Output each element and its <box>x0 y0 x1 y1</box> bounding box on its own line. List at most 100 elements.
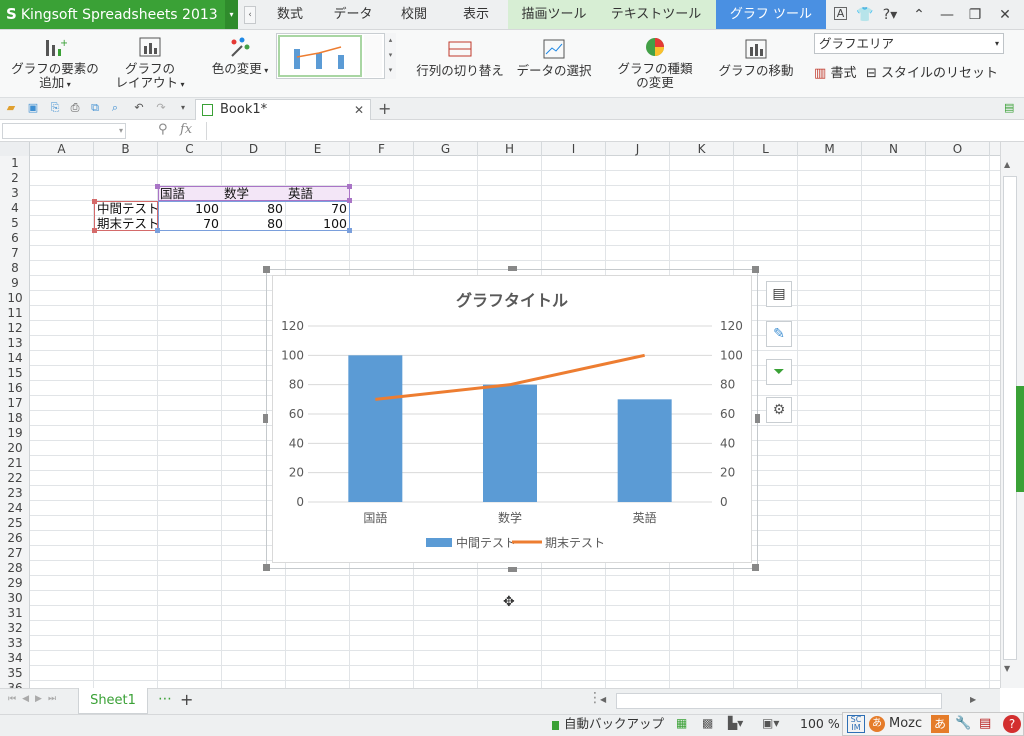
row-header-27[interactable]: 27 <box>0 546 30 561</box>
resize-handle[interactable] <box>752 266 759 273</box>
column-header-H[interactable]: H <box>478 142 542 156</box>
row-header-23[interactable]: 23 <box>0 486 30 501</box>
chart-title[interactable]: グラフタイトル <box>272 287 752 311</box>
minimize-icon[interactable]: — <box>938 6 956 24</box>
collapse-ribbon-icon[interactable]: ⌃ <box>910 6 928 24</box>
row-header-32[interactable]: 32 <box>0 621 30 636</box>
ime-mode[interactable]: あ <box>931 715 949 733</box>
resize-handle[interactable] <box>263 266 270 273</box>
sheet-list-icon[interactable]: ⋯ <box>158 691 172 707</box>
tab-scroll-left-icon[interactable]: ‹ <box>244 6 256 24</box>
row-header-17[interactable]: 17 <box>0 396 30 411</box>
zoom-level[interactable]: 100 % <box>800 716 840 731</box>
row-header-13[interactable]: 13 <box>0 336 30 351</box>
resize-handle[interactable] <box>508 266 517 271</box>
column-header-D[interactable]: D <box>222 142 286 156</box>
row-header-24[interactable]: 24 <box>0 501 30 516</box>
row-header-18[interactable]: 18 <box>0 411 30 426</box>
row-header-35[interactable]: 35 <box>0 666 30 681</box>
tab-chart-tools[interactable]: グラフ ツール <box>716 0 826 29</box>
tab-text-tools[interactable]: テキストツール <box>604 0 708 29</box>
column-header-G[interactable]: G <box>414 142 478 156</box>
row-header-3[interactable]: 3 <box>0 186 30 201</box>
cell-D5[interactable]: 80 <box>222 216 286 231</box>
row-header-5[interactable]: 5 <box>0 216 30 231</box>
row-header-9[interactable]: 9 <box>0 276 30 291</box>
row-header-4[interactable]: 4 <box>0 201 30 216</box>
column-header-B[interactable]: B <box>94 142 158 156</box>
row-header-29[interactable]: 29 <box>0 576 30 591</box>
column-header-A[interactable]: A <box>30 142 94 156</box>
row-header-28[interactable]: 28 <box>0 561 30 576</box>
page-break-view-icon[interactable]: ▩ <box>702 716 713 730</box>
fx-icon[interactable]: fx <box>180 122 192 137</box>
add-sheet-icon[interactable]: + <box>180 690 193 709</box>
column-header-C[interactable]: C <box>158 142 222 156</box>
chart-settings-gear-icon[interactable]: ⚙ <box>766 397 792 423</box>
cell-B4[interactable]: 中間テスト <box>97 201 157 216</box>
cell-C5[interactable]: 70 <box>158 216 222 231</box>
restore-icon[interactable]: ❐ <box>966 6 984 24</box>
tab-drawing-tools[interactable]: 描画ツール <box>512 0 596 29</box>
ime-toolbar[interactable]: SC IM あ Mozc あ 🔧 ▤ ? <box>842 712 1024 736</box>
select-data-button[interactable]: データの選択 <box>512 38 596 78</box>
document-tab[interactable]: Book1* ✕ <box>195 99 371 120</box>
switch-row-column-button[interactable]: 行列の切り替え <box>410 38 510 78</box>
name-box[interactable]: ▾ <box>2 123 126 139</box>
row-header-21[interactable]: 21 <box>0 456 30 471</box>
row-header-14[interactable]: 14 <box>0 351 30 366</box>
resize-handle[interactable] <box>263 414 268 423</box>
open-folder-icon[interactable]: ▰ <box>4 101 18 115</box>
row-header-6[interactable]: 6 <box>0 231 30 246</box>
row-header-8[interactable]: 8 <box>0 261 30 276</box>
tab-view[interactable]: 表示 <box>452 0 500 29</box>
undo-icon[interactable]: ↶ <box>132 101 146 115</box>
gallery-scroll-icon[interactable]: ▴ ▾ ▾ <box>384 33 396 79</box>
zoom-search-icon[interactable]: ⚲ <box>158 122 168 137</box>
export-icon[interactable]: ⎘ <box>48 101 62 115</box>
cell-E4[interactable]: 70 <box>286 201 350 216</box>
cell-B5[interactable]: 期末テスト <box>97 216 157 231</box>
column-header-E[interactable]: E <box>286 142 350 156</box>
app-menu-dropdown-icon[interactable]: ▾ <box>225 0 238 29</box>
row-header-15[interactable]: 15 <box>0 366 30 381</box>
chart-area-selector[interactable]: グラフエリア ▾ <box>814 33 1004 54</box>
sheet-tab-sheet1[interactable]: Sheet1 <box>78 688 148 714</box>
vertical-scroll-thumb[interactable] <box>1003 176 1017 660</box>
row-header-26[interactable]: 26 <box>0 531 30 546</box>
row-header-25[interactable]: 25 <box>0 516 30 531</box>
row-header-34[interactable]: 34 <box>0 651 30 666</box>
format-button[interactable]: ▥ 書式 <box>814 62 856 81</box>
row-header-2[interactable]: 2 <box>0 171 30 186</box>
layout-toggle-icon[interactable]: ▤ <box>1004 101 1014 114</box>
customize-caret-icon[interactable]: ▾ <box>176 101 190 115</box>
resize-handle[interactable] <box>752 564 759 571</box>
bar[interactable] <box>483 384 537 502</box>
column-header-J[interactable]: J <box>606 142 670 156</box>
sheet-nav-icon[interactable]: ⏮◀▶⏭ <box>8 694 62 704</box>
find-icon[interactable]: ⌕ <box>108 101 122 115</box>
side-panel-toggle[interactable] <box>1016 386 1024 492</box>
row-header-22[interactable]: 22 <box>0 471 30 486</box>
column-header-K[interactable]: K <box>670 142 734 156</box>
chart-style-thumbnail[interactable] <box>278 35 362 77</box>
reset-style-button[interactable]: ⊟ スタイルのリセット <box>866 62 998 81</box>
wrench-icon[interactable]: 🔧 <box>955 713 971 735</box>
page-layout-view-icon[interactable]: ▙▾ <box>728 716 743 730</box>
column-header-M[interactable]: M <box>798 142 862 156</box>
select-all-corner[interactable] <box>0 142 30 156</box>
row-header-11[interactable]: 11 <box>0 306 30 321</box>
row-header-30[interactable]: 30 <box>0 591 30 606</box>
resize-handle[interactable] <box>755 414 760 423</box>
column-header-I[interactable]: I <box>542 142 606 156</box>
cell-D3[interactable]: 数学 <box>224 186 286 201</box>
print-preview-icon[interactable]: ⧉ <box>88 101 102 115</box>
row-header-20[interactable]: 20 <box>0 441 30 456</box>
row-header-1[interactable]: 1 <box>0 156 30 171</box>
formula-input[interactable] <box>206 122 996 140</box>
row-header-16[interactable]: 16 <box>0 381 30 396</box>
normal-view-icon[interactable]: ▦ <box>676 716 687 730</box>
redo-icon[interactable]: ↷ <box>154 101 168 115</box>
save-icon[interactable]: ▣ <box>26 101 40 115</box>
print-icon[interactable]: ⎙ <box>68 101 82 115</box>
